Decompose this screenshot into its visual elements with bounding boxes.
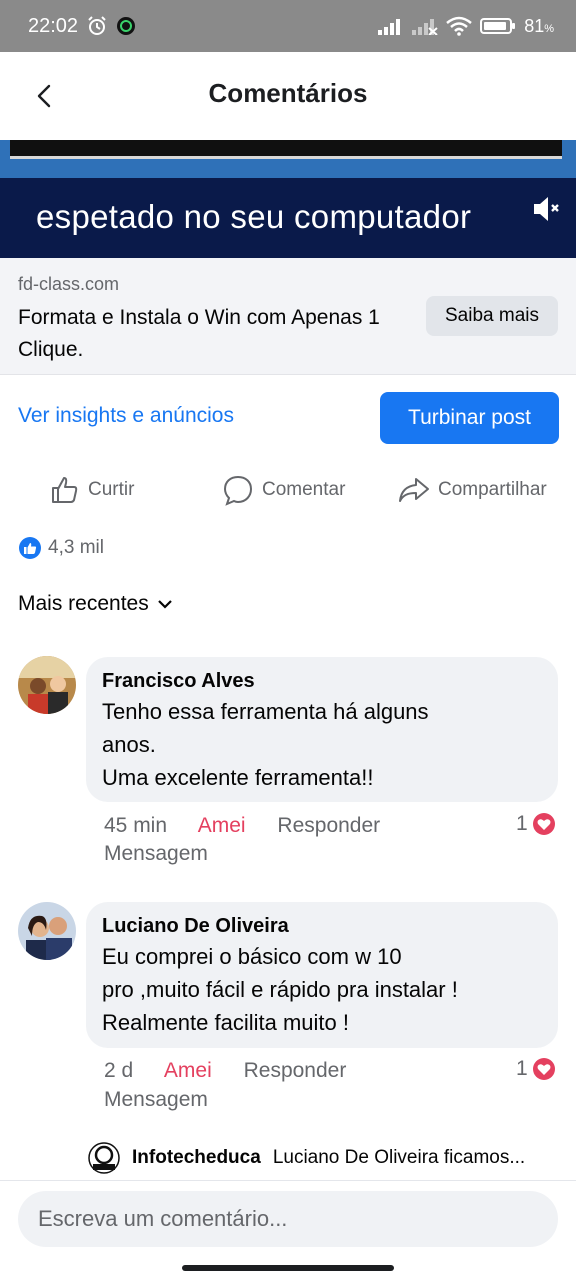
comment-input[interactable]	[36, 1205, 540, 1233]
thumbs-up-icon	[52, 477, 78, 503]
page-logo-icon	[88, 1142, 120, 1174]
comment-reaction-number: 1	[516, 1057, 528, 1080]
chevron-down-icon	[157, 600, 172, 609]
comment-composer-bar	[0, 1180, 576, 1281]
ad-domain: fd-class.com	[18, 274, 120, 294]
alarm-icon	[88, 16, 106, 35]
comment-author[interactable]: Luciano De Oliveira	[102, 912, 542, 940]
app-notification-icon	[117, 17, 136, 35]
signal-icon	[378, 19, 401, 35]
comment-reaction-count[interactable]: 1	[516, 1057, 556, 1081]
heart-reaction-icon	[532, 1058, 555, 1080]
reply-author: Infotecheduca	[132, 1147, 261, 1168]
comment-text: Tenho essa ferramenta há alguns anos. Um…	[102, 699, 429, 790]
ad-link-card[interactable]: fd-class.com Formata e Instala o Win com…	[0, 258, 576, 375]
learn-more-button[interactable]: Saiba mais	[426, 296, 558, 336]
status-time: 22:02	[28, 14, 79, 37]
reactions-summary[interactable]: 4,3 mil	[18, 536, 104, 560]
sort-dropdown[interactable]: Mais recentes	[18, 592, 173, 616]
reaction-count: 4,3 mil	[48, 537, 104, 558]
comment-author[interactable]: Francisco Alves	[102, 667, 542, 695]
insights-link[interactable]: Ver insights e anúncios	[18, 404, 234, 428]
reply-button[interactable]: Responder	[277, 814, 380, 837]
home-indicator[interactable]	[182, 1265, 394, 1271]
top-bar: Comentários	[0, 52, 576, 140]
share-button[interactable]: Compartilhar	[398, 468, 547, 512]
like-label: Curtir	[88, 479, 135, 500]
avatar[interactable]	[18, 656, 76, 714]
comment-text: Eu comprei o básico com w 10 pro ,muito …	[102, 944, 458, 1035]
message-button[interactable]: Mensagem	[104, 842, 208, 866]
heart-reaction-icon	[532, 813, 555, 835]
avatar-photo-icon	[18, 902, 76, 960]
video-caption: espetado no seu computador	[36, 198, 472, 235]
signal-x-icon	[412, 19, 438, 35]
battery-icon	[480, 18, 516, 34]
reply-text: Luciano De Oliveira ficamos...	[272, 1147, 526, 1168]
video-frame-screen	[10, 140, 562, 159]
ad-headline: Formata e Instala o Win com Apenas 1 Cli…	[18, 306, 380, 361]
comment-reaction-number: 1	[516, 812, 528, 835]
comment-meta: 45 min Amei Responder	[104, 810, 406, 842]
reply-button[interactable]: Responder	[244, 1059, 347, 1082]
boost-post-button[interactable]: Turbinar post	[380, 392, 559, 444]
comment-bubble[interactable]: Francisco Alves Tenho essa ferramenta há…	[86, 657, 558, 802]
comment-time: 2 d	[104, 1059, 134, 1082]
sort-label: Mais recentes	[18, 592, 149, 615]
avatar-photo-icon	[18, 656, 76, 714]
mute-icon[interactable]	[530, 192, 564, 226]
avatar[interactable]	[18, 902, 76, 960]
message-button[interactable]: Mensagem	[104, 1088, 208, 1112]
comment-icon	[223, 475, 253, 506]
post-actions: Curtir Comentar Compartilhar	[0, 468, 576, 512]
reply-preview[interactable]: Infotecheduca Luciano De Oliveira ficamo…	[88, 1142, 558, 1174]
ad-video[interactable]: espetado no seu computador	[0, 140, 576, 258]
share-arrow-icon	[399, 478, 429, 502]
comment-label: Comentar	[262, 479, 346, 500]
like-button[interactable]: Curtir	[50, 468, 134, 512]
comment-reaction-count[interactable]: 1	[516, 812, 556, 836]
comment-composer[interactable]	[18, 1191, 558, 1247]
comment-button[interactable]: Comentar	[222, 468, 345, 512]
wifi-icon	[446, 16, 472, 36]
like-reaction-icon	[19, 537, 41, 559]
love-reaction-button[interactable]: Amei	[198, 814, 246, 837]
comment-time: 45 min	[104, 814, 168, 837]
comment-meta: 2 d Amei Responder	[104, 1055, 372, 1087]
comment-bubble[interactable]: Luciano De Oliveira Eu comprei o básico …	[86, 902, 558, 1048]
battery-level: 81%	[524, 15, 554, 36]
share-label: Compartilhar	[438, 479, 547, 500]
status-bar: 22:02 81%	[0, 0, 576, 52]
page-title: Comentários	[208, 78, 368, 108]
love-reaction-button[interactable]: Amei	[164, 1059, 212, 1082]
